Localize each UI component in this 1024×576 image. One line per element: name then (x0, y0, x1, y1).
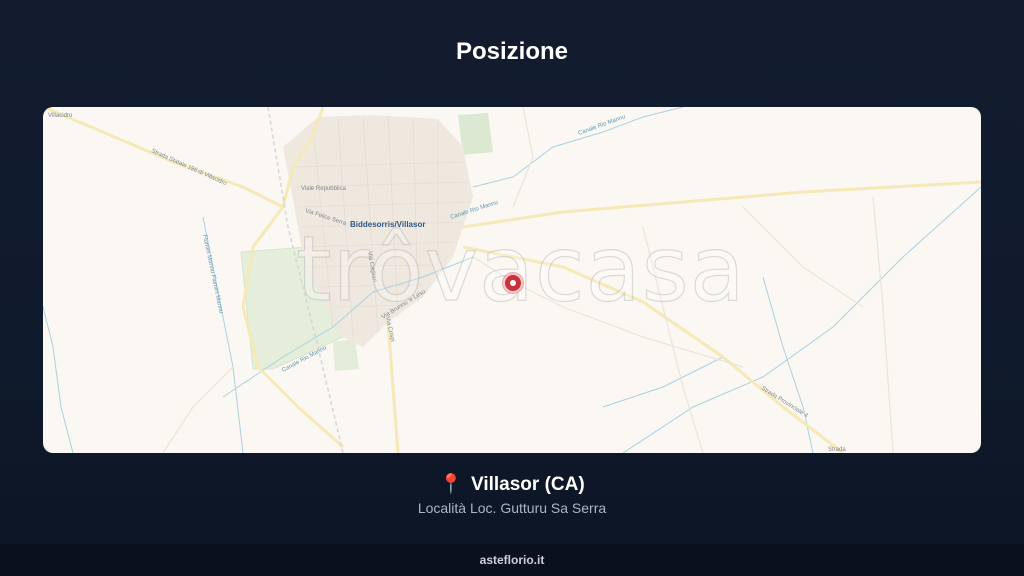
location-map[interactable]: Villacidro Strada Statale 196 di Villaci… (43, 107, 981, 453)
location-marker-icon[interactable] (503, 273, 523, 293)
park-area-tiny (333, 339, 359, 371)
map-pin-icon: 📍 (439, 474, 463, 495)
location-heading: 📍 Villasor (CA) (0, 472, 1024, 496)
label-strada-bottom: Strada (828, 447, 846, 453)
footer-brand[interactable]: asteflorio.it (480, 553, 545, 567)
label-strada-statale: Strada Statale 196 di Villacidro (150, 148, 228, 187)
location-city: Villasor (CA) (470, 474, 585, 495)
label-fiume-mannu: Flumini Mannu Fiumini Mannu (201, 234, 224, 314)
label-viale-repubblica: Viale Repubblica (301, 186, 347, 192)
page-title: Posizione (455, 38, 569, 65)
label-villacidro: Villacidro (48, 113, 73, 119)
watermark-logo: trôvacasa (296, 217, 746, 322)
footer: asteflorio.it (0, 544, 1024, 576)
location-address: Località Loc. Gutturu Sa Serra (417, 500, 607, 516)
